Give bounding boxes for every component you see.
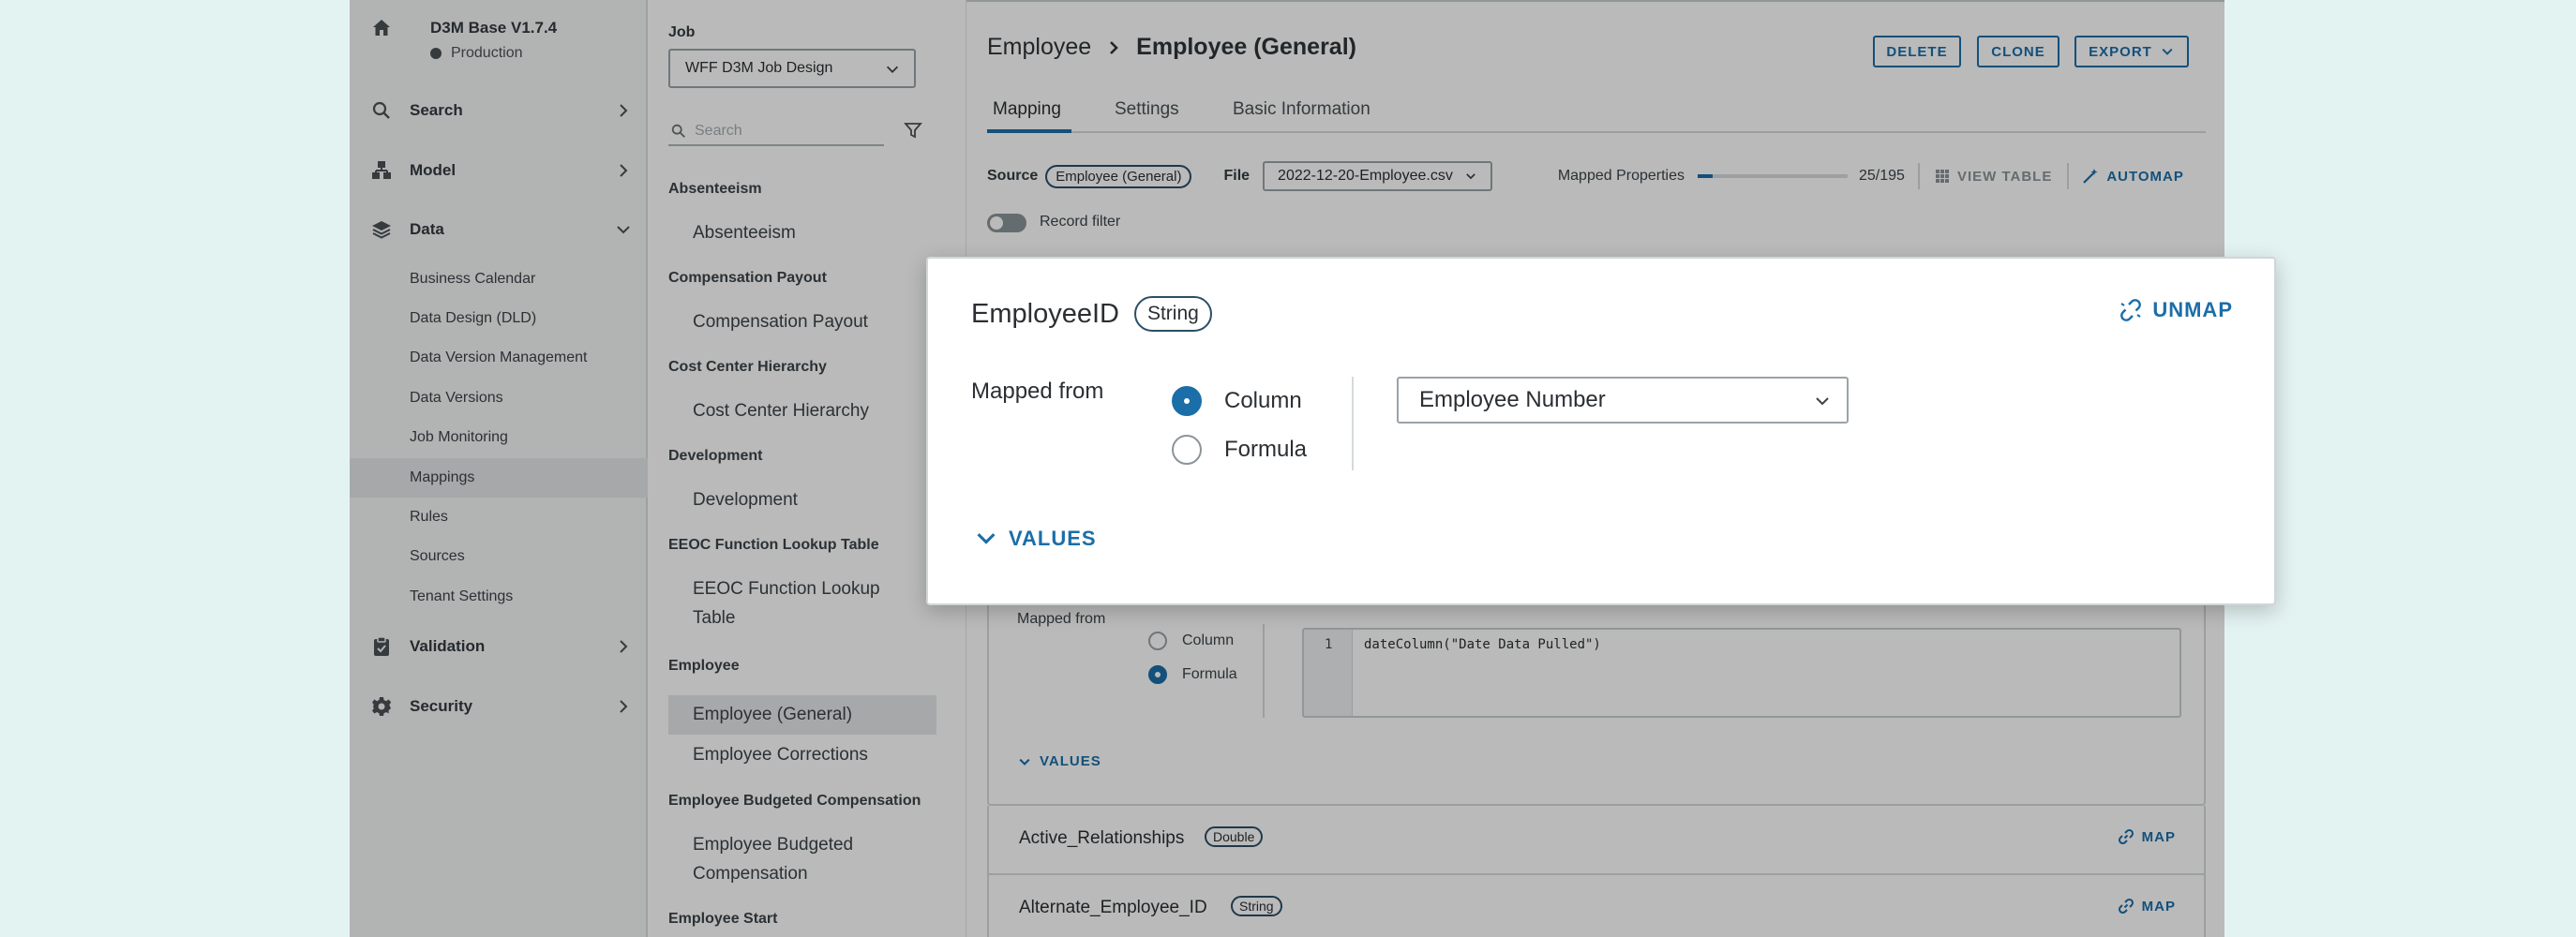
property-name: EmployeeID xyxy=(971,298,1119,329)
mapped-from-label: Mapped from xyxy=(971,379,1104,404)
chevron-down-icon xyxy=(1816,397,1829,406)
property-type-badge: String xyxy=(1133,296,1212,332)
unlink-icon xyxy=(2120,299,2142,321)
column-select[interactable]: Employee Number xyxy=(1397,377,1849,424)
formula-radio[interactable] xyxy=(1172,435,1202,465)
column-radio-label: Column xyxy=(1224,388,1302,413)
divider xyxy=(1352,377,1354,470)
values-label: VALUES xyxy=(1009,527,1097,550)
column-select-value: Employee Number xyxy=(1419,387,1606,412)
unmap-label: UNMAP xyxy=(2152,298,2233,321)
property-mapping-dialog: EmployeeID String UNMAP Mapped from Colu… xyxy=(926,257,2276,605)
values-toggle[interactable]: VALUES xyxy=(975,527,1097,551)
formula-radio-label: Formula xyxy=(1224,437,1308,462)
chevron-down-icon xyxy=(977,533,996,544)
unmap-button[interactable]: UNMAP xyxy=(2119,298,2233,322)
dialog-title: EmployeeID String xyxy=(971,296,1212,332)
column-radio[interactable] xyxy=(1172,386,1202,416)
